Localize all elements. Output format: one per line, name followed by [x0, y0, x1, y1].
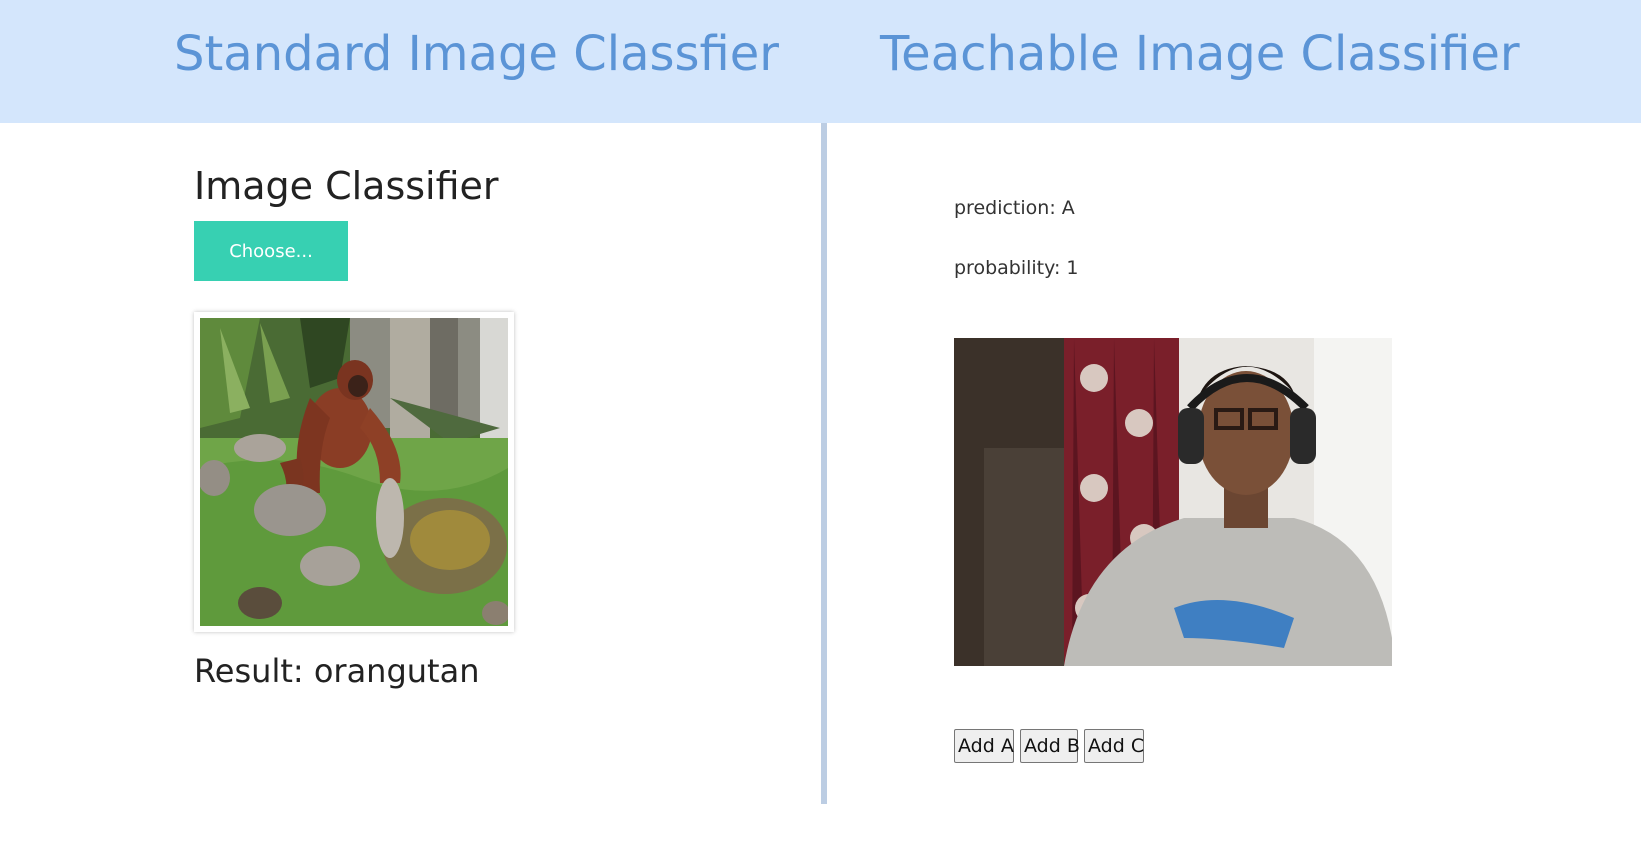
orangutan-image [200, 318, 508, 626]
uploaded-image-frame [194, 312, 514, 632]
choose-file-button[interactable]: Choose... [194, 221, 348, 281]
header-bar: Standard Image Classfier Teachable Image… [0, 0, 1641, 123]
add-b-button[interactable]: Add B [1020, 729, 1080, 763]
classification-result: Result: orangutan [194, 652, 480, 690]
add-c-button[interactable]: Add C [1084, 729, 1144, 763]
image-classifier-heading: Image Classifier [194, 164, 499, 208]
standard-classifier-title: Standard Image Classfier [174, 26, 779, 82]
panel-divider [821, 123, 827, 804]
webcam-video [954, 338, 1392, 666]
prediction-text: prediction: A [954, 197, 1075, 219]
teachable-classifier-title: Teachable Image Classifier [880, 26, 1520, 82]
add-a-button[interactable]: Add A [954, 729, 1014, 763]
webcam-feed-image [954, 338, 1392, 666]
probability-text: probability: 1 [954, 257, 1079, 279]
